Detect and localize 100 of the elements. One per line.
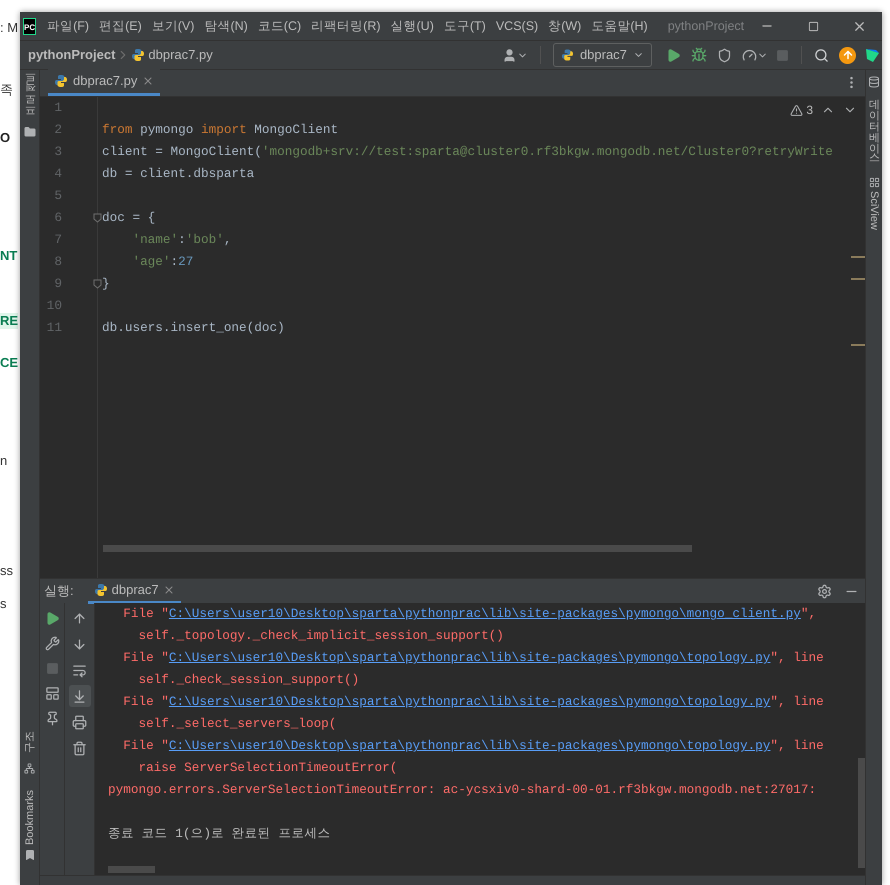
scrollbar-thumb[interactable] [108,866,155,873]
python-file-icon [54,74,68,88]
menu-item[interactable]: 창(W) [548,16,582,36]
line-number: 3 [53,143,62,162]
console-line: self._check_session_support() [137,671,360,690]
pin-icon [44,710,60,726]
line-number: 7 [53,231,62,250]
run-button[interactable] [666,48,681,62]
line-number: 6 [53,209,62,228]
play-icon [44,610,60,626]
file-link[interactable]: C:\Users\user10\Desktop\sparta\pythonprac\lib\site-packages\pymongo\topology.py [168,736,770,756]
fold-marker-icon[interactable] [93,213,102,223]
printer-icon [72,714,87,730]
code-line: db.users.insert_one(doc) [102,319,285,338]
menu-item[interactable]: 도구(T) [444,16,486,36]
menu-item[interactable]: 리팩터링(R) [311,16,381,36]
python-file-icon [94,582,108,596]
line-number: 11 [46,319,62,338]
user-menu-button[interactable] [502,48,528,62]
window-title: pythonProject [668,18,744,35]
fold-marker-icon[interactable] [93,279,102,289]
code-line: client = MongoClient('mongodb+srv://test:sparta@cluster0.rf3bkgw.mongodb.net/Cluster0?retryWrite [102,143,833,162]
menu-item[interactable]: 탐색(N) [204,16,248,36]
grid-icon[interactable] [868,177,880,188]
menu-item[interactable]: 도움말(H) [591,16,648,36]
run-configuration-dropdown[interactable]: dbprac7 [553,43,652,67]
tool-window-tab[interactable]: 데이터베이스 [867,91,881,157]
database-icon[interactable] [868,76,880,88]
breadcrumb-item[interactable]: dbprac7.py [148,45,213,65]
background-text: n [0,453,8,469]
tool-window-tab[interactable]: SciView [867,191,881,230]
line-number: 8 [53,253,62,272]
close-tab-icon [142,75,154,87]
file-link[interactable]: C:\Users\user10\Desktop\sparta\pythonprac\lib\site-packages\pymongo\mongo_client.py [168,604,801,624]
gauge-icon [742,48,757,62]
up-arrow-icon [842,49,854,61]
profile-button[interactable] [742,48,768,62]
tool-window-tab[interactable]: Bookmarks [22,790,36,845]
coverage-button[interactable] [717,48,732,62]
menu-item[interactable]: 보기(V) [152,16,194,36]
line-number: 5 [53,187,62,206]
user-icon [502,48,517,62]
console-line: File "C:\Users\user10\Desktop\sparta\pythonprac\lib\site-packages\pymongo\topology.py", line [108,647,865,669]
python-file-icon [131,48,146,62]
file-link[interactable]: C:\Users\user10\Desktop\sparta\pythonprac\lib\site-packages\pymongo\topology.py [168,648,770,668]
run-panel-label: 실행: [44,582,74,600]
background-text: NT [0,248,18,264]
app-logo: PC [23,18,36,34]
console-line: self._select_servers_loop( [137,715,338,734]
console-line: File "C:\Users\user10\Desktop\sparta\pythonprac\lib\site-packages\pymongo\topology.py", line [108,735,865,757]
scrollbar-thumb[interactable] [858,758,865,868]
wrap-icon [72,662,87,678]
background-text: s [0,596,6,612]
code-line: } [102,275,110,294]
tool-window-tab[interactable]: 구조 [22,728,36,755]
menu-item[interactable]: 파일(F) [47,16,90,36]
menu-item[interactable]: VCS(S) [496,16,538,36]
background-text: RE [0,313,18,329]
console-line: File "C:\Users\user10\Desktop\sparta\pythonprac\lib\site-packages\pymongo\mongo_client.py", [108,603,865,625]
scroll-to-end-icon [72,688,87,704]
bug-icon [691,47,707,63]
trash-icon [72,740,87,756]
scrollbar-thumb[interactable] [103,545,692,552]
tool-window-tab[interactable]: 프로젝트 [21,78,38,122]
background-text: 족 [0,82,13,98]
debug-button[interactable] [691,47,707,63]
line-number: 9 [53,275,62,294]
warning-count[interactable]: 3 [806,101,813,119]
breadcrumb-item[interactable]: pythonProject [28,45,116,65]
down-arrow-icon [72,636,87,652]
menu-item[interactable]: 코드(C) [258,16,302,36]
warning-icon [790,104,804,116]
stop-icon [46,662,58,674]
settings-icon[interactable] [817,584,832,598]
code-line: 'age':27 [131,253,194,272]
console-line: 종료 코드 1(으)로 완료된 프로세스 [108,825,332,844]
layout-icon [44,686,60,700]
python-file-icon [561,48,574,62]
menu-item[interactable]: 실행(U) [390,16,434,36]
menu-item[interactable]: 편집(E) [99,16,142,36]
close-tab-icon [162,584,175,596]
code-line: db = client.dbsparta [102,165,254,184]
console-line: self._topology._check_implicit_session_support() [137,627,505,646]
editor-tab[interactable]: dbprac7.py [48,69,160,96]
update-button[interactable] [839,46,856,64]
play-icon [666,48,681,62]
maximize-icon [808,20,819,32]
search-icon [814,48,829,62]
console-line: File "C:\Users\user10\Desktop\sparta\pythonprac\lib\site-packages\pymongo\topology.py", line [108,691,865,713]
search-button[interactable] [814,48,829,62]
file-link[interactable]: C:\Users\user10\Desktop\sparta\pythonprac\lib\site-packages\pymongo\topology.py [168,692,770,712]
stop-icon [776,48,789,62]
line-number: 2 [53,121,62,140]
scroll-to-end-button[interactable] [68,685,90,707]
background-text: : M [0,20,18,36]
console-line: raise ServerSelectionTimeoutError( [137,759,398,778]
product-logo-icon[interactable] [864,47,880,63]
code-line: from pymongo import MongoClient [102,121,338,140]
code-line: doc = { [102,209,156,228]
background-text: O [0,130,10,146]
